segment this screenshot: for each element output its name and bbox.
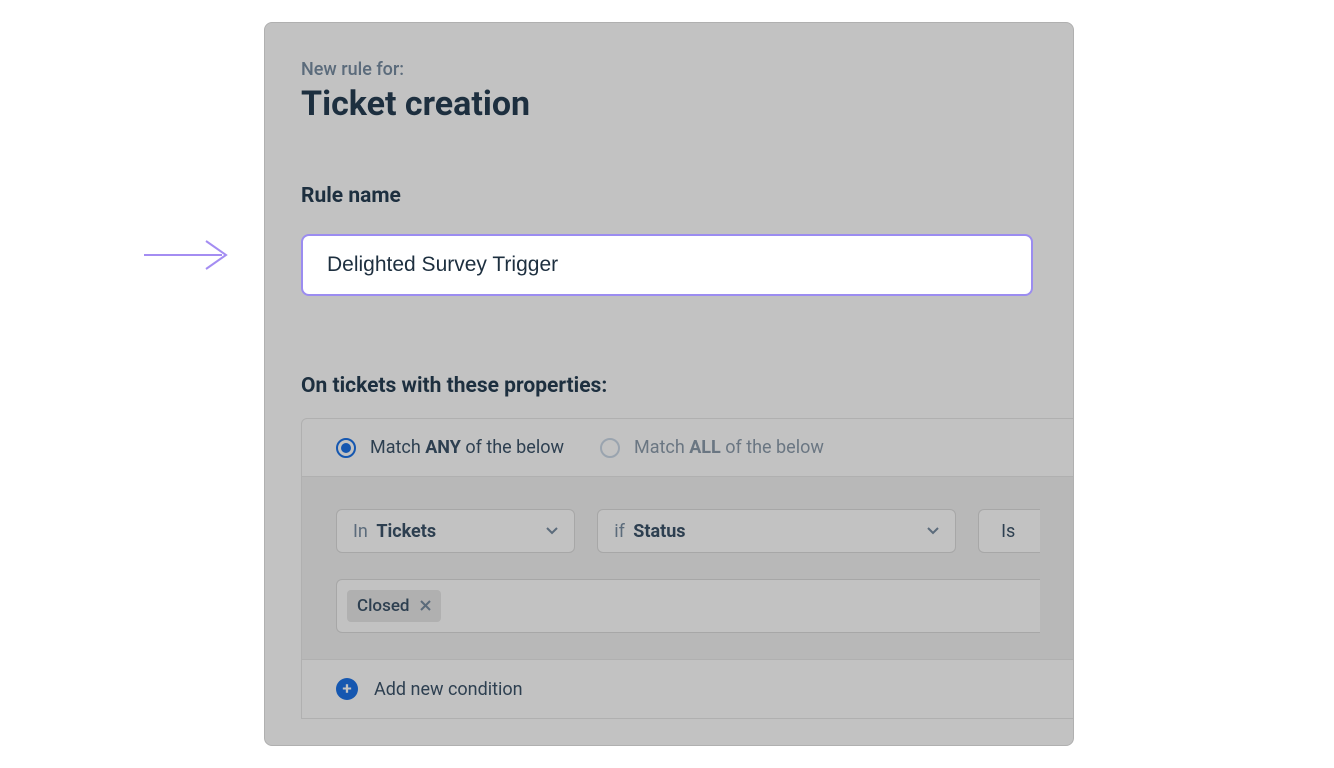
if-select[interactable]: if Status	[597, 509, 956, 553]
conditions-box: Match ANY of the below Match ALL of the …	[301, 418, 1074, 719]
chevron-down-icon	[546, 527, 558, 535]
tag-label: Closed	[357, 596, 410, 616]
plus-icon: +	[336, 678, 358, 700]
arrow-annotation	[140, 237, 240, 277]
match-any-label: Match ANY of the below	[370, 437, 564, 458]
chevron-down-icon	[927, 527, 939, 535]
is-select[interactable]: Is	[978, 509, 1040, 553]
radio-unselected-icon	[600, 438, 620, 458]
value-tags[interactable]: Closed	[336, 579, 1040, 633]
value-tag: Closed	[347, 590, 441, 622]
properties-label: On tickets with these properties:	[301, 374, 1073, 398]
rule-name-label: Rule name	[301, 184, 1073, 208]
add-condition-button[interactable]: + Add new condition	[302, 660, 1074, 718]
condition-body: In Tickets if Status Is Closed	[302, 477, 1074, 660]
match-all-label: Match ALL of the below	[634, 437, 824, 458]
panel-title: Ticket creation	[301, 84, 1073, 124]
add-condition-label: Add new condition	[374, 679, 523, 700]
in-select[interactable]: In Tickets	[336, 509, 575, 553]
match-row: Match ANY of the below Match ALL of the …	[302, 419, 1074, 477]
match-any-radio[interactable]: Match ANY of the below	[336, 437, 564, 458]
panel-subtitle: New rule for:	[301, 59, 1073, 80]
radio-selected-icon	[336, 438, 356, 458]
match-all-radio[interactable]: Match ALL of the below	[600, 437, 824, 458]
rule-name-input[interactable]	[301, 234, 1033, 296]
remove-tag-icon[interactable]	[420, 597, 431, 615]
condition-selects-row: In Tickets if Status Is	[336, 509, 1040, 553]
rule-panel: New rule for: Ticket creation Rule name …	[264, 22, 1074, 746]
